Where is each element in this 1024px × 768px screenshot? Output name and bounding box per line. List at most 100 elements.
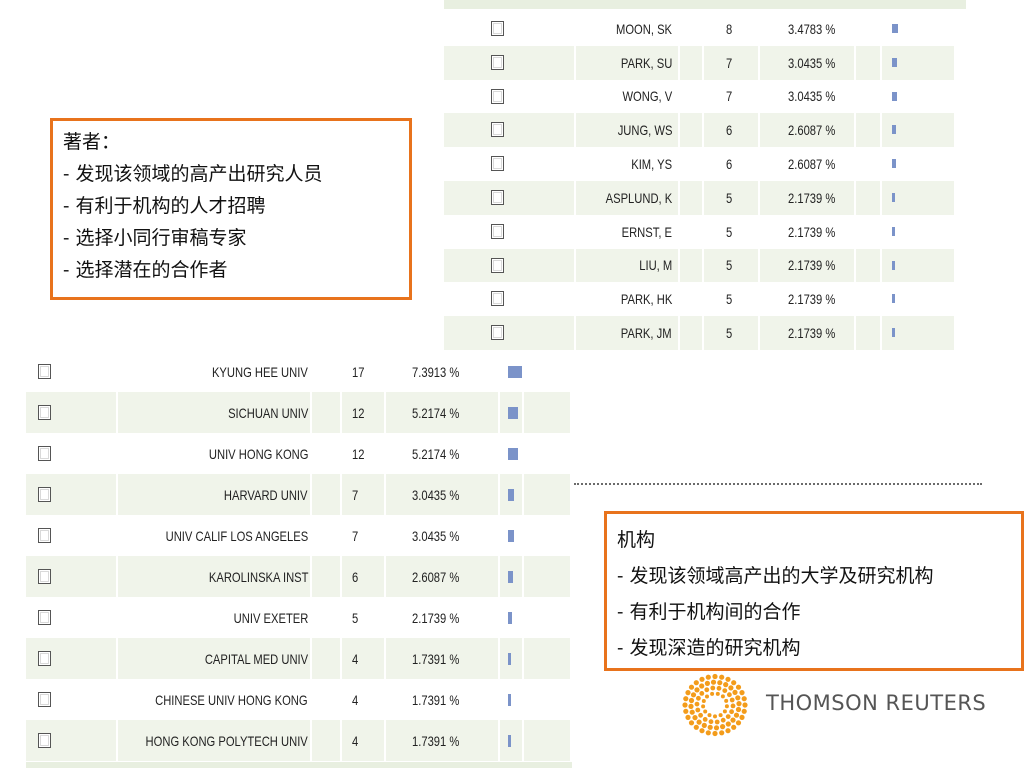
author-name: WONG, V [622,88,672,105]
logo-dot [713,714,717,719]
institution-percent: 1.7391 % [412,732,460,749]
logo-dot [723,682,729,688]
author-row: KIM, YS 6 2.6087 % [444,147,956,181]
authors-callout-title: 著者： [63,131,121,153]
author-checkbox[interactable] [491,122,504,138]
author-checkbox[interactable] [491,223,504,239]
column-separator [954,147,956,181]
institution-name: SICHUAN UNIV [227,404,308,421]
author-checkbox[interactable] [491,190,504,205]
logo-dot [730,717,736,723]
column-separator [678,282,680,317]
institution-name: HARVARD UNIV [224,486,308,503]
column-separator [702,316,704,350]
column-separator [758,316,760,350]
column-separator [570,679,572,720]
authors-callout-line: - 选择潜在的合作者 [63,259,228,281]
author-count: 8 [726,20,733,37]
column-separator [310,433,312,474]
author-name: ASPLUND, K [605,189,672,206]
logo-dot [724,704,729,709]
author-share-bar [892,57,897,67]
author-row: WONG, V 7 3.0435 % [444,79,956,114]
logo-dot [710,679,717,685]
institution-checkbox[interactable] [38,364,51,379]
column-separator [678,214,680,249]
column-separator [758,79,760,114]
column-separator [954,45,956,80]
column-separator [954,181,956,215]
column-separator [310,679,312,720]
author-checkbox[interactable] [491,257,504,273]
institution-count: 5 [352,609,359,626]
column-separator [498,556,500,597]
institution-checkbox[interactable] [38,528,51,543]
column-separator [498,474,500,515]
institution-percent: 5.2174 % [412,404,460,421]
author-count: 5 [726,189,733,206]
institution-percent: 2.1739 % [412,609,460,626]
logo-dot [741,708,747,714]
institution-checkbox[interactable] [38,692,51,707]
logo-dot [682,702,688,708]
logo-dot [698,712,703,718]
column-separator [702,113,704,148]
author-checkbox[interactable] [491,291,504,307]
column-separator [310,392,312,433]
authors-callout-line: - 有利于机构的人才招聘 [63,195,266,217]
author-row: ASPLUND, K 5 2.1739 % [444,181,956,215]
institution-share-bar [508,735,511,747]
logo-dot [739,690,745,696]
logo-dot [704,687,710,693]
institution-row: KAROLINSKA INST 6 2.6087 % [26,556,572,597]
column-separator [522,392,524,433]
institutions-callout-title: 机构 [617,529,656,551]
authors-callout-line: - 发现该领域的高产出研究人员 [63,163,323,185]
institution-checkbox[interactable] [38,569,51,584]
logo-dot [725,676,731,682]
author-checkbox[interactable] [491,325,504,341]
author-share-bar [892,260,895,270]
column-separator [340,392,342,433]
institution-checkbox[interactable] [38,610,51,625]
column-separator [384,720,386,761]
logo-dot [699,728,705,734]
logo-dot [694,701,700,707]
institution-name: KAROLINSKA INST [208,568,308,585]
institution-name: UNIV CALIF LOS ANGELES [165,527,308,544]
author-checkbox[interactable] [491,54,504,70]
column-separator [310,474,312,515]
logo-dot [722,688,728,693]
institution-checkbox[interactable] [38,405,51,420]
logo-dot [699,691,705,696]
institution-row: UNIV EXETER 5 2.1739 % [26,597,572,638]
author-checkbox[interactable] [491,21,504,36]
column-separator [384,556,386,597]
author-checkbox[interactable] [491,156,504,172]
institution-count: 7 [352,527,359,544]
author-row: MOON, SK 8 3.4783 % [444,12,956,46]
institution-percent: 7.3913 % [412,363,460,380]
author-name: ERNST, E [621,223,672,240]
institution-checkbox[interactable] [38,733,51,748]
column-separator [384,638,386,679]
logo-dot [694,687,700,693]
column-separator [702,45,704,80]
author-name: PARK, SU [620,54,672,71]
institution-name: CAPITAL MED UNIV [204,650,308,667]
logo-dot [685,714,691,720]
column-separator [854,282,856,317]
logo-dot [720,724,726,730]
column-separator [522,720,524,761]
column-separator [340,679,342,720]
author-checkbox[interactable] [491,88,504,104]
institution-checkbox[interactable] [38,651,51,666]
column-separator [702,12,704,46]
logo-dot [702,717,708,722]
institution-checkbox[interactable] [38,446,51,461]
column-separator [340,720,342,761]
institution-checkbox[interactable] [38,487,51,502]
logo-dot [724,698,729,703]
author-percent: 2.1739 % [788,291,836,308]
column-separator [954,214,956,249]
